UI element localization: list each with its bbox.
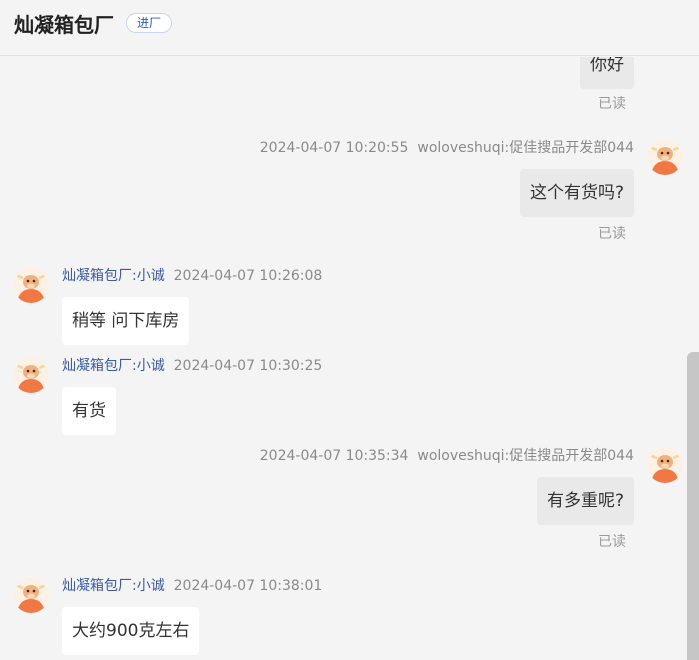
message-incoming: 灿凝箱包厂:小诚 2024-04-07 10:38:01 大约900克左右 [0,577,686,657]
chat-title: 灿凝箱包厂 [14,13,114,37]
cow-cartoon-avatar-icon [13,267,49,303]
read-status: 已读 [598,226,626,242]
avatar[interactable] [647,447,683,483]
message-meta: 灿凝箱包厂:小诚 2024-04-07 10:38:01 [62,577,322,595]
message-time: 2024-04-07 10:20:55 [259,140,409,156]
read-status: 已读 [598,534,626,550]
message-time: 2024-04-07 10:38:01 [173,578,323,594]
message-incoming: 灿凝箱包厂:小诚 2024-04-07 10:30:25 有货 [0,357,686,437]
cow-cartoon-avatar-icon [647,447,683,483]
message-time: 2024-04-07 10:30:25 [173,358,323,374]
cow-cartoon-avatar-icon [13,577,49,613]
message-incoming: 灿凝箱包厂:小诚 2024-04-07 10:26:08 稍等 问下库房 [0,267,686,347]
message-meta: 2024-04-07 10:35:34 woloveshuqi:促佳搜品开发部0… [260,447,634,465]
message-bubble[interactable]: 有货 [62,387,116,435]
read-status: 已读 [598,96,626,112]
message-bubble[interactable]: 这个有货吗? [519,169,634,217]
chat-header: 灿凝箱包厂 进厂 [0,0,699,56]
message-outgoing: 2024-04-07 10:35:34 woloveshuqi:促佳搜品开发部0… [0,447,686,557]
avatar[interactable] [13,267,49,303]
sender-name: 灿凝箱包厂:小诚 [62,578,165,594]
message-time: 2024-04-07 10:35:34 [259,448,409,464]
message-outgoing: 你好 已读 [0,57,686,127]
sender-name: 灿凝箱包厂:小诚 [62,358,165,374]
message-bubble[interactable]: 有多重呢? [536,477,634,525]
status-badge[interactable]: 进厂 [126,13,173,33]
cow-cartoon-avatar-icon [13,357,49,393]
message-meta: 灿凝箱包厂:小诚 2024-04-07 10:26:08 [62,267,322,285]
message-outgoing: 2024-04-07 10:20:55 woloveshuqi:促佳搜品开发部0… [0,139,686,249]
sender-name: woloveshuqi:促佳搜品开发部044 [417,448,634,464]
message-bubble[interactable]: 你好 [580,57,634,89]
message-bubble[interactable]: 稍等 问下库房 [62,297,190,345]
sender-name: woloveshuqi:促佳搜品开发部044 [417,140,634,156]
message-bubble[interactable]: 大约900克左右 [62,607,200,655]
message-time: 2024-04-07 10:26:08 [173,268,323,284]
scrollbar[interactable] [687,352,699,660]
sender-name: 灿凝箱包厂:小诚 [62,268,165,284]
message-meta: 灿凝箱包厂:小诚 2024-04-07 10:30:25 [62,357,322,375]
message-list[interactable]: 你好 已读 2024-04-07 10:20:55 woloveshuqi:促佳… [0,57,699,660]
avatar[interactable] [647,139,683,175]
avatar[interactable] [13,357,49,393]
cow-cartoon-avatar-icon [647,139,683,175]
message-meta: 2024-04-07 10:20:55 woloveshuqi:促佳搜品开发部0… [260,139,634,157]
avatar[interactable] [13,577,49,613]
